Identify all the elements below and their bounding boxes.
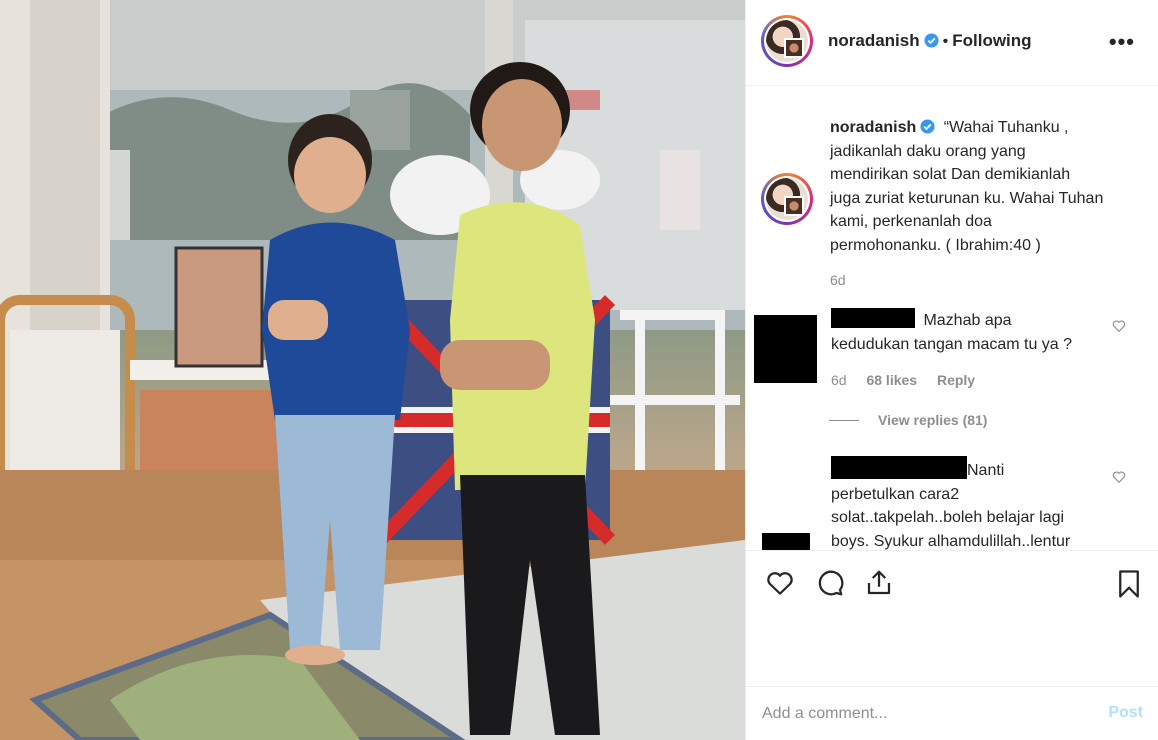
comment-avatar-redacted[interactable] bbox=[762, 533, 810, 550]
separator-dot: • bbox=[942, 33, 949, 50]
photo-illustration bbox=[0, 0, 745, 740]
comment-avatar-redacted[interactable] bbox=[754, 315, 817, 383]
view-replies-link[interactable]: View replies (81) bbox=[878, 412, 987, 428]
heart-icon[interactable] bbox=[764, 568, 796, 598]
author-avatar[interactable] bbox=[761, 15, 813, 67]
caption-line-6: permohonanku. ( Ibrahim:40 ) bbox=[830, 236, 1041, 254]
comment-2-line-4: boys. Syukur alhamdulillah..lentur bbox=[831, 532, 1071, 550]
caption-line-2: jadikanlah daku orang yang bbox=[830, 142, 1026, 160]
author-username[interactable]: noradanish bbox=[828, 31, 920, 50]
comment-2-line-1: Nanti bbox=[967, 462, 1005, 479]
like-comment-heart-icon[interactable] bbox=[1112, 470, 1126, 484]
add-comment-bar: Post bbox=[746, 686, 1158, 740]
add-comment-input[interactable] bbox=[762, 701, 1082, 727]
comment-icon[interactable] bbox=[814, 568, 846, 598]
caption: noradanish “Wahai Tuhanku , jadikanlah d… bbox=[830, 116, 1150, 288]
comment-1: Mazhab apa kedudukan tangan macam tu ya … bbox=[831, 308, 1116, 388]
comment-2-line-3: solat..takpelah..boleh belajar lagi bbox=[831, 509, 1065, 526]
caption-line-1: “Wahai Tuhanku , bbox=[943, 119, 1069, 136]
like-comment-heart-icon[interactable] bbox=[1112, 319, 1126, 333]
comment-1-time[interactable]: 6d bbox=[831, 372, 847, 388]
comment-1-line-1: Mazhab apa bbox=[923, 312, 1012, 329]
caption-time[interactable]: 6d bbox=[830, 272, 1150, 288]
post-photo[interactable] bbox=[0, 0, 745, 740]
bookmark-icon[interactable] bbox=[1114, 568, 1144, 600]
replies-line bbox=[829, 420, 859, 421]
caption-username[interactable]: noradanish bbox=[830, 119, 916, 136]
comment-2-line-2: perbetulkan cara2 bbox=[831, 485, 960, 503]
comment-1-line-2: kedudukan tangan macam tu ya ? bbox=[831, 335, 1073, 353]
post-header: noradanish • Following ••• bbox=[746, 0, 1158, 86]
caption-line-3: mendirikan solat Dan demikianlah bbox=[830, 166, 1071, 183]
following-button[interactable]: Following bbox=[952, 31, 1031, 50]
comment-username-redacted[interactable] bbox=[831, 308, 915, 328]
action-bar bbox=[746, 550, 1158, 616]
caption-line-4: juga zuriat keturunan ku. Wahai Tuhan bbox=[830, 189, 1104, 207]
more-options-icon[interactable]: ••• bbox=[1109, 29, 1135, 55]
comment-1-reply[interactable]: Reply bbox=[937, 372, 975, 388]
post-panel: noradanish • Following ••• noradanish “Wah… bbox=[745, 0, 1158, 740]
comments-area[interactable]: noradanish “Wahai Tuhanku , jadikanlah d… bbox=[746, 87, 1158, 550]
verified-badge-icon bbox=[924, 33, 939, 48]
comment-1-likes[interactable]: 68 likes bbox=[866, 372, 917, 388]
caption-line-5: kami, perkenanlah doa bbox=[830, 213, 992, 230]
verified-badge-icon bbox=[920, 119, 935, 134]
author-line: noradanish • Following bbox=[828, 31, 1032, 51]
share-icon[interactable] bbox=[864, 567, 894, 599]
comment-2: Nanti perbetulkan cara2 solat..takpelah.… bbox=[831, 456, 1116, 550]
post-comment-button[interactable]: Post bbox=[1108, 704, 1143, 722]
comment-username-redacted[interactable] bbox=[831, 456, 967, 479]
caption-avatar[interactable] bbox=[761, 173, 813, 225]
comment-1-meta: 6d 68 likes Reply bbox=[831, 372, 1116, 388]
